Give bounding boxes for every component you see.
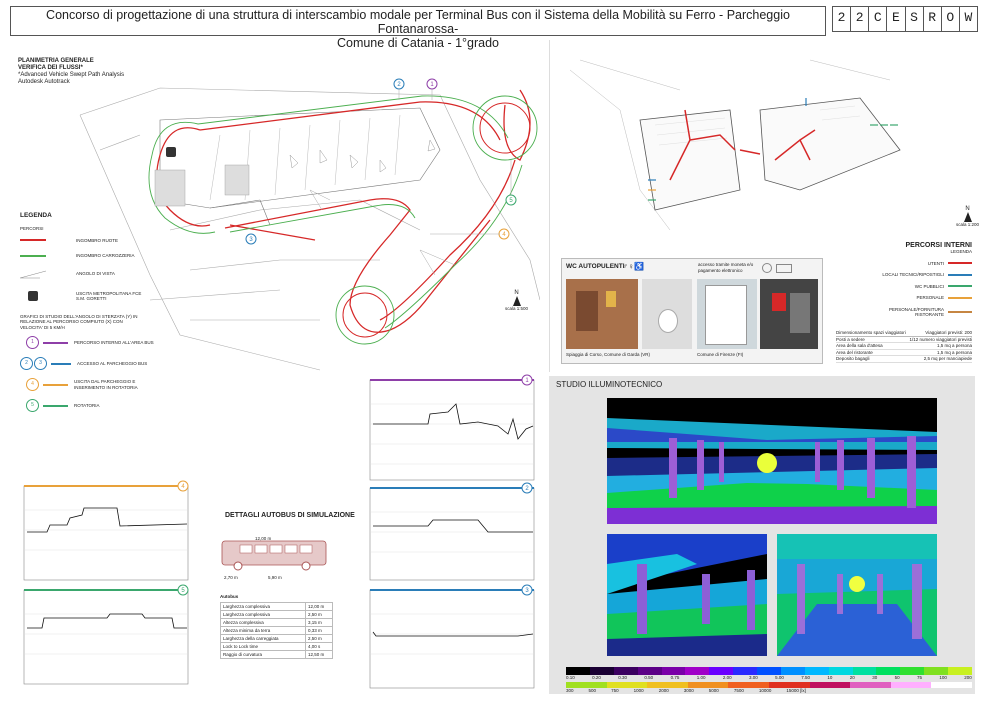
bus-dim-2: 5,90 m	[268, 575, 282, 580]
graph-5: 5	[23, 584, 189, 685]
route-legend-5: 5 ROTATORIA	[20, 399, 180, 412]
legend-item: UTENTI	[860, 261, 972, 267]
graph-2: 2	[369, 482, 535, 581]
legend-item: PERSONALE/FORNITURA RISTORANTE	[860, 307, 972, 318]
wc-title: WC AUTOPULENTI	[566, 263, 625, 270]
code-char: S	[906, 7, 924, 31]
project-code: 2 2 C E S R O W	[832, 6, 978, 32]
table-row: Raggio di curvatura 12,50 m	[220, 649, 333, 659]
route-legend-4: 4 USCITA DAL PARCHEGGIO E INSERIMENTO IN…	[20, 378, 180, 391]
north-arrow: N scala 1:500	[505, 290, 528, 312]
legend-item: USCITA METROPOLITANA FCE S.M. GORETTI	[20, 291, 180, 302]
table-row: Deposito bagagli 2,5 mq per manciapiede	[836, 356, 972, 363]
wc-photo-2	[642, 279, 692, 349]
metro-icon	[28, 291, 38, 301]
table-row: Altezza minima da terra 0,33 m	[220, 625, 333, 635]
bus-spec-table: Larghezza complessiva 12,00 m Larghezza c…	[220, 601, 333, 659]
code-char: R	[924, 7, 942, 31]
body-swatch	[20, 254, 46, 257]
wc-photo-3	[697, 279, 757, 349]
bus-diagram	[221, 540, 327, 571]
code-char: W	[964, 10, 973, 25]
card-icon	[776, 264, 792, 273]
route-legend-23: 2 3 ACCESSO AL PARCHEGGIO BUS	[20, 357, 180, 370]
internal-legend: PERCORSI INTERNI LEGENDA UTENTI LOCALI T…	[860, 242, 972, 318]
legend-item: INGOMBRO RUOTE	[20, 238, 180, 244]
wc-access-note: accesso tramite moneta e/o pagamento ele…	[698, 262, 754, 273]
route-legend-1: 1 PERCORSO INTERNO ALL'AREA BUS	[20, 336, 180, 349]
lighting-render-3	[777, 534, 937, 656]
wc-photo-4	[760, 279, 818, 349]
lux-scale: 0.10 0.20 0.30 0.50 0.75 1.00 2.00 3.00 5.00 7.50…	[566, 667, 972, 693]
passenger-table: Dimensionamento spazi viaggiatori Viaggi…	[836, 330, 972, 363]
legend-item: WC PUBBLICI	[860, 284, 972, 290]
graph-3: 3	[369, 584, 535, 689]
code-char: 2	[833, 7, 852, 31]
wheel-swatch	[20, 239, 46, 242]
code-char: E	[887, 7, 906, 31]
bus-table: Autobus Larghezza complessiva 12,00 m Lar…	[220, 594, 333, 659]
graph-note: GRAFICI DI STUDIO DELL'ANGOLO DI STERZAT…	[20, 313, 138, 330]
view-angle-icon	[20, 270, 46, 278]
coin-icon	[762, 263, 772, 273]
legend-percorsi: PERCORSI	[20, 226, 44, 231]
internal-scale: scala 1:200	[956, 222, 980, 227]
wc-caption-1: Spiaggia di Corso, Comune di Garda (VR)	[566, 352, 651, 357]
table-row: Larghezza complessiva 12,00 m	[220, 601, 333, 611]
lighting-render-2	[607, 534, 767, 656]
legend-item: PERSONALE	[860, 295, 972, 301]
bus-title: DETTAGLI AUTOBUS DI SIMULAZIONE	[225, 512, 355, 519]
plan-scale: scala 1:500	[505, 306, 529, 311]
code-char: 2	[851, 7, 870, 31]
body-path	[148, 95, 538, 345]
bus-details-title: DETTAGLI AUTOBUS DI SIMULAZIONE	[225, 512, 355, 519]
internal-north-arrow: N scala 1:200	[956, 206, 980, 227]
legend-title: LEGENDA	[20, 212, 52, 219]
table-row: Altezza complessiva 3,15 m	[220, 617, 333, 627]
lux-scale-labels-bottom: 300 500 750 1000 2000 3000 5000 7500 10000 15000 …	[566, 687, 806, 693]
wc-caption-2: Comune di Firenze (FI)	[697, 352, 744, 357]
north-letter: N	[514, 290, 519, 296]
lux-scale-bar	[566, 667, 972, 675]
bus-dim-1: 2,70 m	[224, 575, 238, 580]
legend-item: ANGOLO DI VISTA	[20, 269, 180, 279]
code-char: C	[869, 7, 888, 31]
lighting-render-1	[607, 398, 937, 524]
code-char: O	[942, 7, 960, 31]
table-row: Larghezza complessiva 2,50 m	[220, 609, 333, 619]
plan-legend: LEGENDA PERCORSI INGOMBRO RUOTE INGOMBRO…	[20, 212, 180, 412]
legend-item: INGOMBRO CARROZZERIA	[20, 253, 180, 259]
graph-1: 1	[369, 374, 535, 481]
north-arrow-icon	[963, 212, 972, 222]
wc-panel: WC AUTOPULENTI ♂♀♿ accesso tramite monet…	[561, 258, 823, 364]
poster-title: Concorso di progettazione di una struttu…	[10, 6, 826, 50]
lux-scale-labels-top: 0.10 0.20 0.30 0.50 0.75 1.00 2.00 3.00 5.00 7.50…	[566, 675, 972, 680]
table-row: Larghezza della carreggiata 2,50 m	[220, 633, 333, 643]
wc-person-icon: ♂♀♿	[622, 262, 644, 271]
internal-floor-plan	[569, 59, 901, 231]
wc-photo-1	[566, 279, 638, 349]
graph-4: 4	[23, 480, 189, 581]
lighting-title: STUDIO ILLUMINOTECNICO	[556, 380, 663, 389]
table-row: Lock to Lock time 4,00 s	[220, 641, 333, 651]
north-arrow-icon	[512, 296, 521, 306]
legend-item: LOCALI TECNICI/RIPOSTIGLI	[860, 272, 972, 278]
title-line-1: Concorso di progettazione di una struttu…	[46, 8, 790, 36]
building-outline	[159, 107, 441, 226]
internal-title: PERCORSI INTERNI	[905, 242, 972, 249]
